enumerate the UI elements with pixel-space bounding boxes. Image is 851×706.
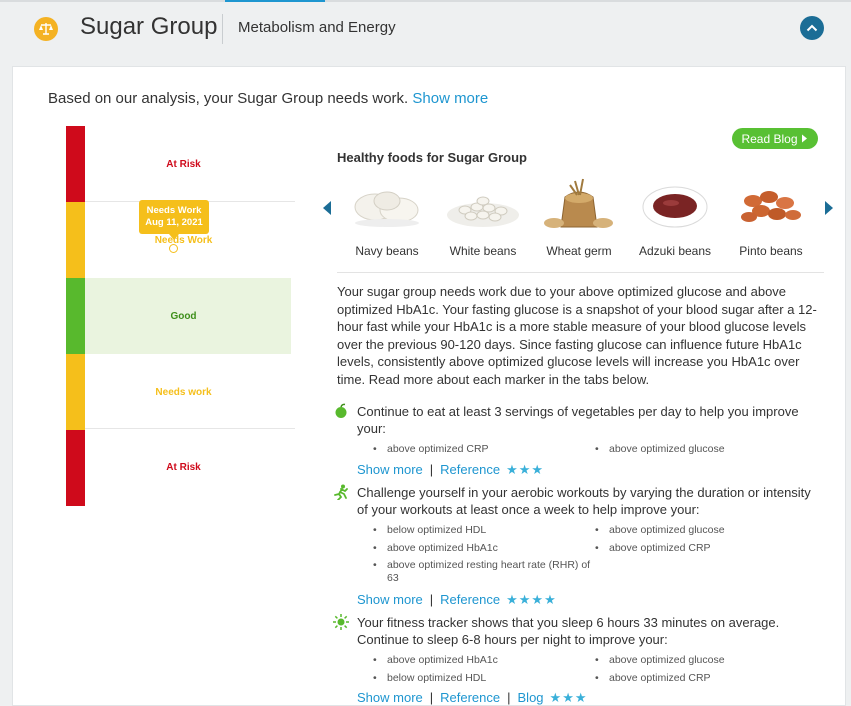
zone-label-at-risk-top: At Risk [166,159,201,170]
recommendation-text: Your fitness tracker shows that you slee… [357,615,780,647]
recommendation-links: Show more | Reference ★★★★ [357,592,557,607]
summary-text: Based on our analysis, your Sugar Group … [48,90,409,107]
wheat-germ-image [544,178,613,228]
group-description: Your sugar group needs work due to your … [337,284,817,387]
food-item[interactable]: Wheat germ [531,177,627,258]
apple-icon [335,403,347,418]
marker-date: Aug 11, 2021 [145,217,203,228]
zone-label-good: Good [170,311,197,322]
pinto-beans-image [741,191,801,222]
food-name: Navy beans [355,244,419,258]
food-item[interactable]: Adzuki beans [627,177,723,258]
group-header: Sugar Group Metabolism and Energy [0,2,851,62]
status-marker-tooltip: Needs Work Aug 11, 2021 [139,200,209,240]
caret-right-icon [801,134,807,143]
food-name: White beans [449,244,517,258]
marker-bullet: below optimized HDL [373,672,593,685]
collapse-button[interactable] [800,16,824,40]
carousel-prev-button[interactable] [323,201,331,215]
gauge-segment-at-risk-bottom [66,430,85,506]
navy-beans-image [354,191,419,227]
zone-divider [85,428,295,429]
carousel-next-button[interactable] [825,201,833,215]
summary-show-more-link[interactable]: Show more [412,90,488,107]
summary-line: Based on our analysis, your Sugar Group … [48,90,488,107]
marker-bullet: above optimized CRP [595,542,815,555]
marker-bullet: below optimized HDL [373,524,593,537]
read-blog-button[interactable]: Read Blog [732,128,818,149]
recommendation-text: Continue to eat at least 3 servings of v… [357,404,799,436]
runner-icon [334,484,348,500]
food-name: Adzuki beans [638,244,712,258]
header-divider [222,14,223,44]
evidence-rating-stars: ★★★★ [506,592,557,607]
evidence-rating-stars: ★★★ [506,462,545,477]
section-divider [337,272,824,273]
scale-balance-icon [34,17,58,41]
zone-label-needs-work-bottom: Needs work [155,387,212,398]
group-card: Based on our analysis, your Sugar Group … [12,66,846,706]
page-subtitle: Metabolism and Energy [238,19,396,36]
reference-link[interactable]: Reference [440,592,500,607]
food-item[interactable]: Navy beans [339,177,435,258]
marker-bullet: above optimized resting heart rate (RHR)… [373,559,593,585]
zone-label-at-risk-bottom: At Risk [166,462,201,473]
marker-bullet: above optimized glucose [595,443,815,456]
marker-bullet: above optimized HbA1c [373,654,593,667]
gauge-segment-needs-work-top [66,202,85,278]
food-item[interactable]: White beans [435,177,531,258]
zone-label-needs-work-top: Needs Work [154,235,213,246]
food-name: Wheat germ [546,244,612,258]
page-title: Sugar Group [80,13,218,40]
read-blog-label: Read Blog [741,131,798,146]
status-gauge: At Risk Needs Work Good Needs work At Ri… [66,126,298,506]
food-item[interactable]: Pinto beans [723,177,819,258]
recommendation-links: Show more | Reference | Blog ★★★ [357,690,588,705]
chevron-up-icon [806,24,818,32]
recommendation-links: Show more | Reference ★★★ [357,462,545,477]
marker-bullet: above optimized glucose [595,654,815,667]
marker-bullet: above optimized CRP [373,443,593,456]
white-beans-image [447,196,519,227]
marker-bullet: above optimized CRP [595,672,815,685]
sun-icon [333,614,349,630]
show-more-link[interactable]: Show more [357,592,423,607]
recommendation-text: Challenge yourself in your aerobic worko… [357,485,811,517]
gauge-segment-at-risk-top [66,126,85,202]
marker-bullet: above optimized HbA1c [373,542,593,555]
marker-status: Needs Work [146,205,202,216]
gauge-segment-good [66,278,85,354]
reference-link[interactable]: Reference [440,462,500,477]
show-more-link[interactable]: Show more [357,462,423,477]
foods-title: Healthy foods for Sugar Group [337,150,527,165]
marker-bullet: above optimized glucose [595,524,815,537]
food-name: Pinto beans [739,244,803,258]
gauge-segment-needs-work-bottom [66,354,85,430]
adzuki-beans-image [642,186,708,228]
status-marker-dot[interactable] [169,244,178,253]
